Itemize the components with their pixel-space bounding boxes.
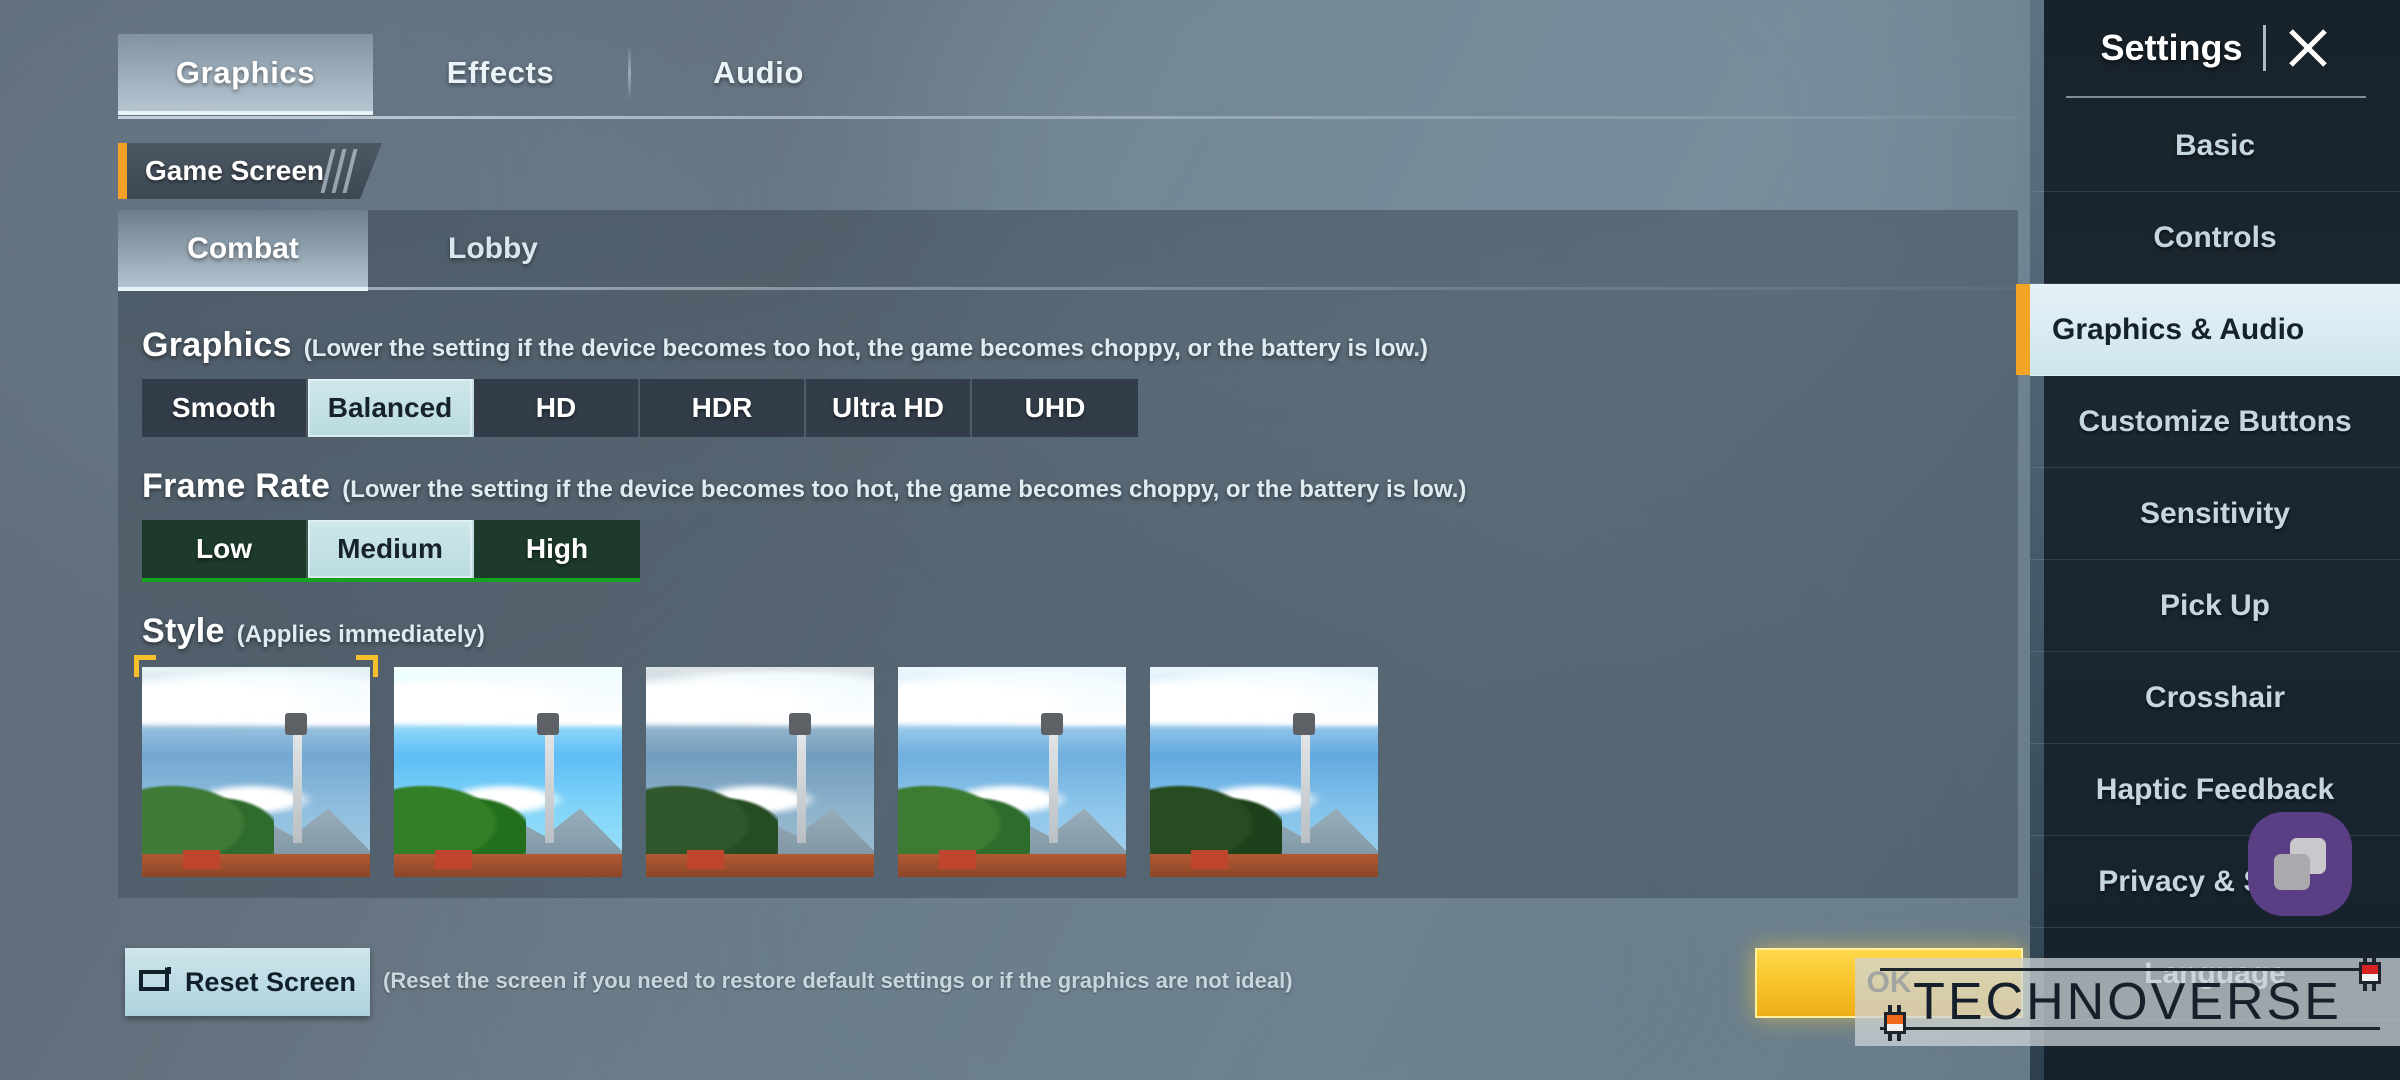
sidebar-item-label: Controls [2153,220,2277,254]
sidebar-item-label: Sensitivity [2139,496,2291,530]
sidebar-item-sensitivity[interactable]: Sensitivity [2030,468,2400,560]
frame-rate-section-title: Frame Rate [142,467,331,505]
graphics-option-balanced[interactable]: Balanced [308,379,474,437]
graphics-option-ultra-hd-label: Ultra HD [831,392,944,423]
close-icon[interactable] [2286,26,2330,70]
frame-rate-option-medium[interactable]: Medium [308,520,474,578]
footer-bar: Reset Screen (Reset the screen if you ne… [0,898,2030,1080]
tab-audio[interactable]: Audio [631,34,886,112]
sidebar-item-basic[interactable]: Basic [2030,100,2400,192]
style-preview-image [142,667,370,877]
style-section-header: Style (Applies immediately) [118,612,2018,651]
style-preview-image [1150,667,1378,877]
breadcrumb-accent-bar [118,143,127,199]
settings-body: Graphics (Lower the setting if the devic… [118,292,2018,898]
style-thumbnail-5[interactable] [1150,667,1378,877]
graphics-option-balanced-label: Balanced [327,392,453,423]
graphics-option-smooth[interactable]: Smooth [142,379,308,437]
sidebar-title-divider [2262,25,2266,71]
chip-icon-right [2355,955,2385,991]
reset-icon [138,966,173,999]
graphics-option-smooth-label: Smooth [171,392,277,423]
settings-sub-panel: Combat Lobby Graphics (Lower the setting… [118,210,2018,898]
tab-effects[interactable]: Effects [373,34,628,112]
frame-rate-option-high[interactable]: High [474,520,640,578]
sidebar-item-label: Graphics & Audio [2052,312,2305,346]
tab-combat[interactable]: Combat [118,210,368,291]
tab-graphics[interactable]: Graphics [118,34,373,115]
sidebar-item-controls[interactable]: Controls [2030,192,2400,284]
graphics-option-hd[interactable]: HD [474,379,640,437]
frame-rate-option-high-label: High [525,533,589,564]
frame-rate-option-medium-label: Medium [337,533,443,564]
sidebar-header-divider [2066,96,2366,98]
sidebar-item-label: Crosshair [2144,680,2286,714]
tab-graphics-label: Graphics [175,55,316,90]
reset-screen-button[interactable]: Reset Screen [125,948,370,1016]
sidebar-item-graphics-audio[interactable]: Graphics & Audio [2016,284,2400,376]
graphics-section-title: Graphics [142,326,292,364]
graphics-option-hd-label: HD [535,392,577,423]
graphics-option-uhd-label: UHD [1024,392,1086,423]
frame-rate-segment: Low Medium High [142,520,640,582]
breadcrumb-chip: Game Screen [127,143,382,199]
style-section-note: (Applies immediately) [236,621,485,648]
settings-sidebar: Settings Basic Controls Graphics & Audio… [2016,0,2400,1080]
sub-tab-bar: Combat Lobby [118,210,618,291]
style-section-title: Style [142,612,225,650]
style-preview-image [898,667,1126,877]
tab-lobby-label: Lobby [448,232,538,265]
reset-screen-label: Reset Screen [184,966,357,997]
frame-rate-section-note: (Lower the setting if the device becomes… [342,476,1467,503]
graphics-option-ultra-hd[interactable]: Ultra HD [806,379,972,437]
sidebar-item-label: Pick Up [2159,588,2271,622]
graphics-section-note: (Lower the setting if the device becomes… [303,335,1428,362]
top-tab-underline [118,116,2018,119]
sidebar-item-pick-up[interactable]: Pick Up [2030,560,2400,652]
graphics-option-uhd[interactable]: UHD [972,379,1138,437]
style-preview-image [394,667,622,877]
tab-effects-label: Effects [446,55,555,90]
sidebar-title: Settings [2100,27,2243,68]
reset-screen-note: (Reset the screen if you need to restore… [383,968,1293,993]
graphics-option-hdr-label: HDR [691,392,753,423]
style-preview-image [646,667,874,877]
breadcrumb-slashes-icon [314,143,356,199]
multiwindow-icon[interactable] [2248,812,2352,916]
watermark-frame [1880,968,2380,1030]
style-thumbnail-1[interactable] [134,655,378,877]
sidebar-item-crosshair[interactable]: Crosshair [2030,652,2400,744]
graphics-option-hdr[interactable]: HDR [640,379,806,437]
sidebar-item-label: Customize Buttons [2078,404,2352,438]
sidebar-item-label: Haptic Feedback [2095,772,2335,806]
style-thumbnail-3[interactable] [646,667,874,877]
top-tab-bar: Graphics Effects Audio [118,34,1908,115]
graphics-quality-segment: Smooth Balanced HD HDR Ultra HD UHD [142,379,1138,437]
graphics-section-header: Graphics (Lower the setting if the devic… [118,326,2018,365]
style-thumbnail-2[interactable] [394,667,622,877]
sub-tab-underline [118,287,2018,290]
style-thumbnail-row [118,655,2018,877]
breadcrumb: Game Screen [118,143,382,199]
style-thumbnail-4[interactable] [898,667,1126,877]
frame-rate-option-low[interactable]: Low [142,520,308,578]
tab-lobby[interactable]: Lobby [368,210,618,288]
frame-rate-option-low-label: Low [196,533,252,564]
breadcrumb-label: Game Screen [145,155,324,186]
sidebar-item-customize-buttons[interactable]: Customize Buttons [2030,376,2400,468]
frame-rate-section-header: Frame Rate (Lower the setting if the dev… [118,467,2018,506]
sidebar-header: Settings [2030,0,2400,96]
tab-audio-label: Audio [713,55,804,90]
screen-root: Graphics Effects Audio Game Screen Comba… [0,0,2400,1080]
settings-main-panel: Graphics Effects Audio Game Screen Comba… [0,0,2030,1080]
chip-icon-left [1880,1005,1910,1041]
tab-combat-label: Combat [187,232,299,265]
sidebar-item-label: Basic [2174,128,2256,162]
